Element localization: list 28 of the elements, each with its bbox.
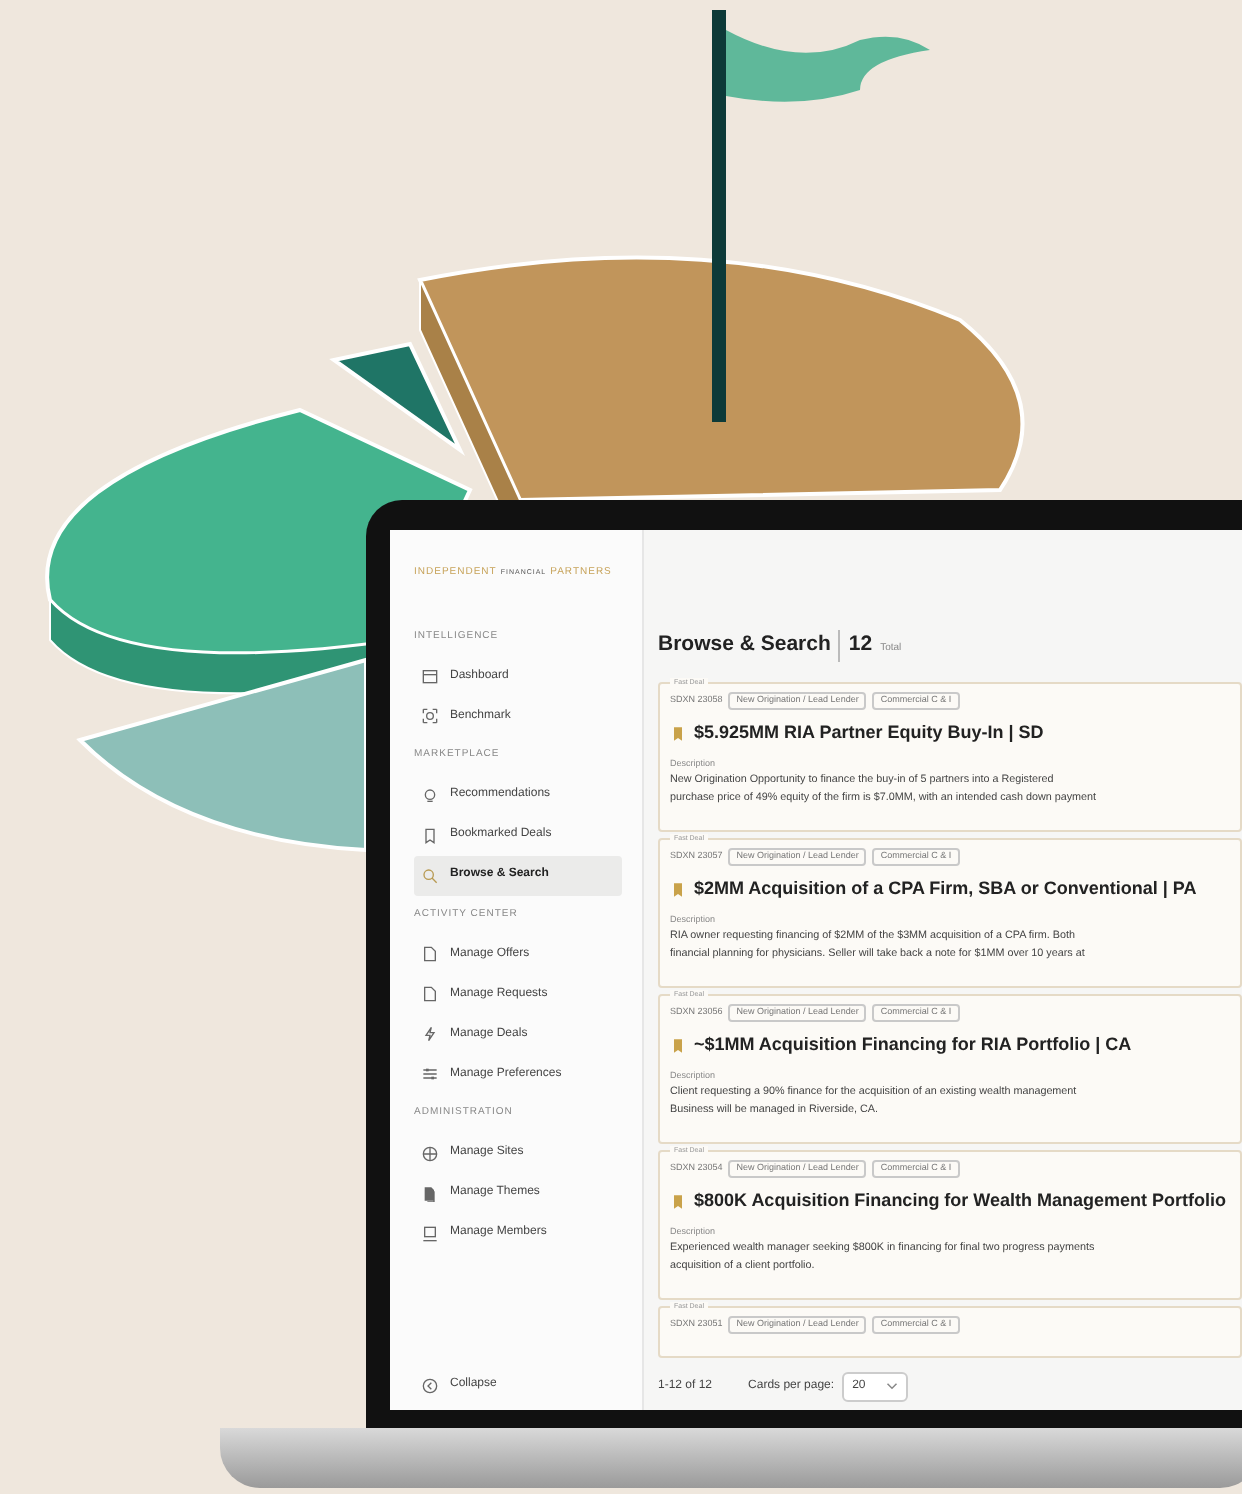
- bookmark-icon: [670, 725, 686, 741]
- bookmark-icon: [422, 827, 438, 843]
- deal-title: $2MM Acquisition of a CPA Firm, SBA or Conventional | PA: [694, 875, 1197, 902]
- calendar-icon: [422, 668, 438, 684]
- lightbulb-icon: [422, 787, 438, 803]
- documents-icon: [422, 1185, 438, 1201]
- bookmark-icon: [670, 1193, 686, 1209]
- target-icon: [422, 708, 438, 724]
- lightning-icon: [422, 1026, 438, 1042]
- deal-title: $5.925MM RIA Partner Equity Buy-In | SD: [694, 719, 1044, 746]
- deal-card[interactable]: [658, 837, 1242, 988]
- search-icon: [422, 867, 438, 883]
- page-title: Browse & Search: [658, 630, 831, 660]
- monitor-icon: [422, 1225, 438, 1241]
- sliders-icon: [422, 1066, 438, 1082]
- document-icon: [422, 986, 438, 1002]
- deal-card[interactable]: [658, 681, 1242, 832]
- caret-icon: [885, 1382, 898, 1391]
- globe-icon: [422, 1145, 438, 1161]
- bookmark-icon: [670, 881, 686, 897]
- deal-title: ~$1MM Acquisition Financing for RIA Portfolio | CA: [694, 1031, 1132, 1058]
- total-count: 12: [838, 630, 873, 662]
- collapse-icon: [422, 1377, 438, 1393]
- document-icon: [422, 946, 438, 962]
- deal-card[interactable]: [658, 993, 1242, 1144]
- deal-title: $800K Acquisition Financing for Wealth Management Portfolio: [694, 1187, 1227, 1214]
- bookmark-icon: [670, 1037, 686, 1053]
- deal-card[interactable]: [658, 1149, 1242, 1300]
